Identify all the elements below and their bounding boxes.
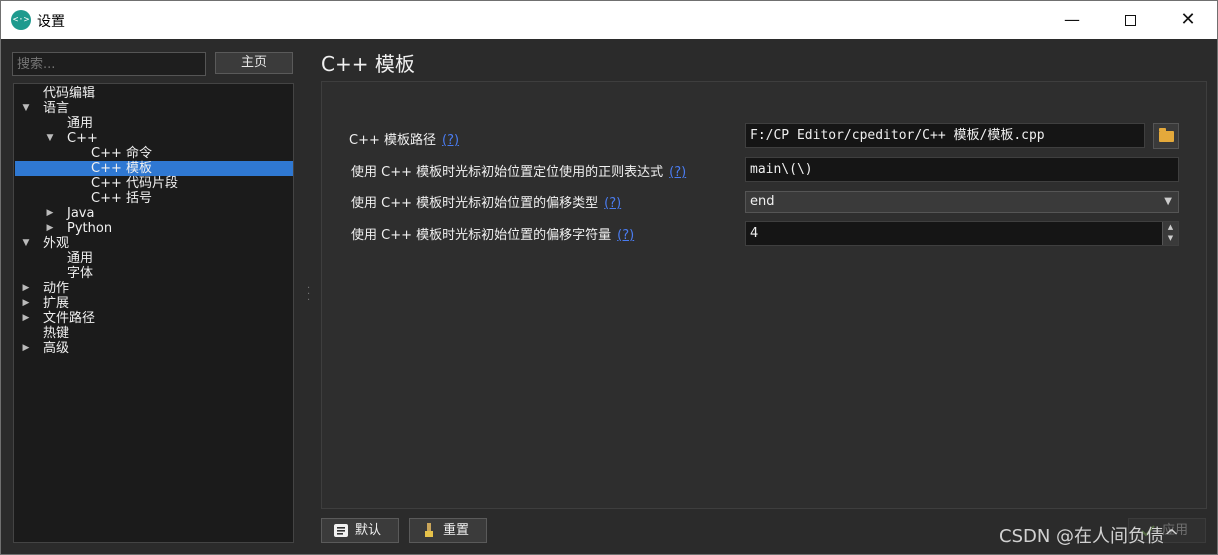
offset-count-spinbox[interactable]: 4 ▲ ▼ (745, 221, 1179, 246)
tree-item-label: 代码编辑 (43, 86, 96, 101)
tree-item-label: C++ (67, 131, 98, 146)
tree-item[interactable]: C++ 模板 (15, 161, 293, 176)
chevron-right-icon[interactable]: ▶ (45, 221, 55, 236)
splitter-handle[interactable]: · · · (307, 284, 310, 306)
setting-label-text: C++ 模板路径 (349, 133, 436, 148)
tree-item[interactable]: ▶ 文件路径 (15, 311, 293, 326)
regex-field[interactable]: main\(\) (745, 157, 1179, 182)
setting-label: 使用 C++ 模板时光标初始位置的偏移类型 (?) (351, 192, 621, 211)
chevron-right-icon[interactable]: ▶ (21, 296, 31, 311)
close-button[interactable]: ✕ (1159, 1, 1217, 39)
settings-tree[interactable]: 代码编辑 ▼ 语言 通用 ▼ C++ C++ 命令 C++ 模板 C++ 代码片段 C++ 括号 ▶… (13, 83, 294, 543)
help-link[interactable]: (?) (617, 228, 634, 243)
minimize-button[interactable]: — (1043, 1, 1101, 39)
search-input[interactable] (12, 52, 206, 76)
tree-item-label: 语言 (43, 101, 70, 116)
setting-label-text: 使用 C++ 模板时光标初始位置的偏移类型 (351, 196, 599, 211)
title-bar: <·> 设置 — ✕ (1, 1, 1217, 39)
tree-item-label: 通用 (67, 116, 94, 131)
tree-item[interactable]: ▶ 扩展 (15, 296, 293, 311)
spin-buttons[interactable]: ▲ ▼ (1162, 222, 1178, 245)
tree-item-label: C++ 代码片段 (91, 176, 178, 191)
settings-window: <·> 设置 — ✕ 主页 代码编辑▼语言通用▼C++C++ 命令C++ 模板C… (0, 0, 1218, 555)
tree-item[interactable]: ▼ 语言 (15, 101, 293, 116)
chevron-right-icon[interactable]: ▶ (45, 206, 55, 221)
chevron-right-icon[interactable]: ▶ (21, 311, 31, 326)
tree-item-label: 外观 (43, 236, 70, 251)
offset-type-value: end (750, 194, 775, 209)
tree-item-label: 动作 (43, 281, 70, 296)
maximize-button[interactable] (1101, 1, 1159, 39)
setting-label: C++ 模板路径 (?) (349, 129, 459, 148)
help-link[interactable]: (?) (604, 196, 621, 211)
tree-item[interactable]: ▶ 高级 (15, 341, 293, 356)
setting-label: 使用 C++ 模板时光标初始位置定位使用的正则表达式 (?) (351, 161, 686, 180)
document-icon (334, 524, 348, 537)
tree-item-label: 热键 (43, 326, 70, 341)
tree-item-label: C++ 命令 (91, 146, 152, 161)
reset-button-label: 重置 (443, 523, 470, 538)
tree-item-label: 通用 (67, 251, 94, 266)
setting-label-text: 使用 C++ 模板时光标初始位置定位使用的正则表达式 (351, 165, 664, 180)
tree-item[interactable]: C++ 命令 (15, 146, 293, 161)
tree-item[interactable]: ▶ Python (15, 221, 293, 236)
tree-item-label: 扩展 (43, 296, 70, 311)
app-icon: <·> (11, 10, 31, 30)
tree-item[interactable]: ▶ Java (15, 206, 293, 221)
help-link[interactable]: (?) (442, 133, 459, 148)
chevron-down-icon[interactable]: ▼ (21, 101, 31, 116)
page-title: C++ 模板 (321, 52, 415, 76)
tree-item-label: Python (67, 221, 113, 236)
tree-item-label: 文件路径 (43, 311, 96, 326)
tree-item[interactable]: 代码编辑 (15, 86, 293, 101)
chevron-down-icon: ▼ (1164, 196, 1172, 207)
maximize-icon (1124, 15, 1136, 26)
folder-icon (1159, 128, 1174, 142)
spin-up-icon[interactable]: ▲ (1163, 222, 1178, 233)
watermark: CSDN @在人间负债^ (999, 526, 1180, 547)
tree-item[interactable]: ▼ C++ (15, 131, 293, 146)
tree-item-label: C++ 括号 (91, 191, 152, 206)
tree-item[interactable]: 热键 (15, 326, 293, 341)
tree-item-label: C++ 模板 (91, 161, 152, 176)
default-button[interactable]: 默认 (321, 518, 399, 543)
tree-item[interactable]: 字体 (15, 266, 293, 281)
offset-count-value: 4 (750, 226, 759, 241)
tree-item[interactable]: C++ 括号 (15, 191, 293, 206)
setting-label-text: 使用 C++ 模板时光标初始位置的偏移字符量 (351, 228, 612, 243)
reset-button[interactable]: 重置 (409, 518, 487, 543)
browse-folder-button[interactable] (1153, 123, 1179, 149)
tree-item[interactable]: 通用 (15, 116, 293, 131)
tree-item[interactable]: ▼ 外观 (15, 236, 293, 251)
tree-item[interactable]: 通用 (15, 251, 293, 266)
chevron-down-icon[interactable]: ▼ (21, 236, 31, 251)
default-button-label: 默认 (355, 523, 382, 538)
tree-item-label: 字体 (67, 266, 94, 281)
window-title: 设置 (37, 14, 65, 30)
chevron-right-icon[interactable]: ▶ (21, 281, 31, 296)
tree-item[interactable]: C++ 代码片段 (15, 176, 293, 191)
tree-item-label: 高级 (43, 341, 70, 356)
home-button[interactable]: 主页 (215, 52, 293, 74)
spin-down-icon[interactable]: ▼ (1163, 233, 1178, 244)
chevron-right-icon[interactable]: ▶ (21, 341, 31, 356)
offset-type-select[interactable]: end ▼ (745, 191, 1179, 213)
brush-icon (425, 523, 433, 537)
help-link[interactable]: (?) (669, 165, 686, 180)
tree-item-label: Java (67, 206, 95, 221)
template-path-field[interactable]: F:/CP Editor/cpeditor/C++ 模板/模板.cpp (745, 123, 1145, 148)
setting-label: 使用 C++ 模板时光标初始位置的偏移字符量 (?) (351, 224, 634, 243)
settings-panel: C++ 模板路径 (?) F:/CP Editor/cpeditor/C++ 模板… (321, 81, 1207, 509)
tree-item[interactable]: ▶ 动作 (15, 281, 293, 296)
chevron-down-icon[interactable]: ▼ (45, 131, 55, 146)
